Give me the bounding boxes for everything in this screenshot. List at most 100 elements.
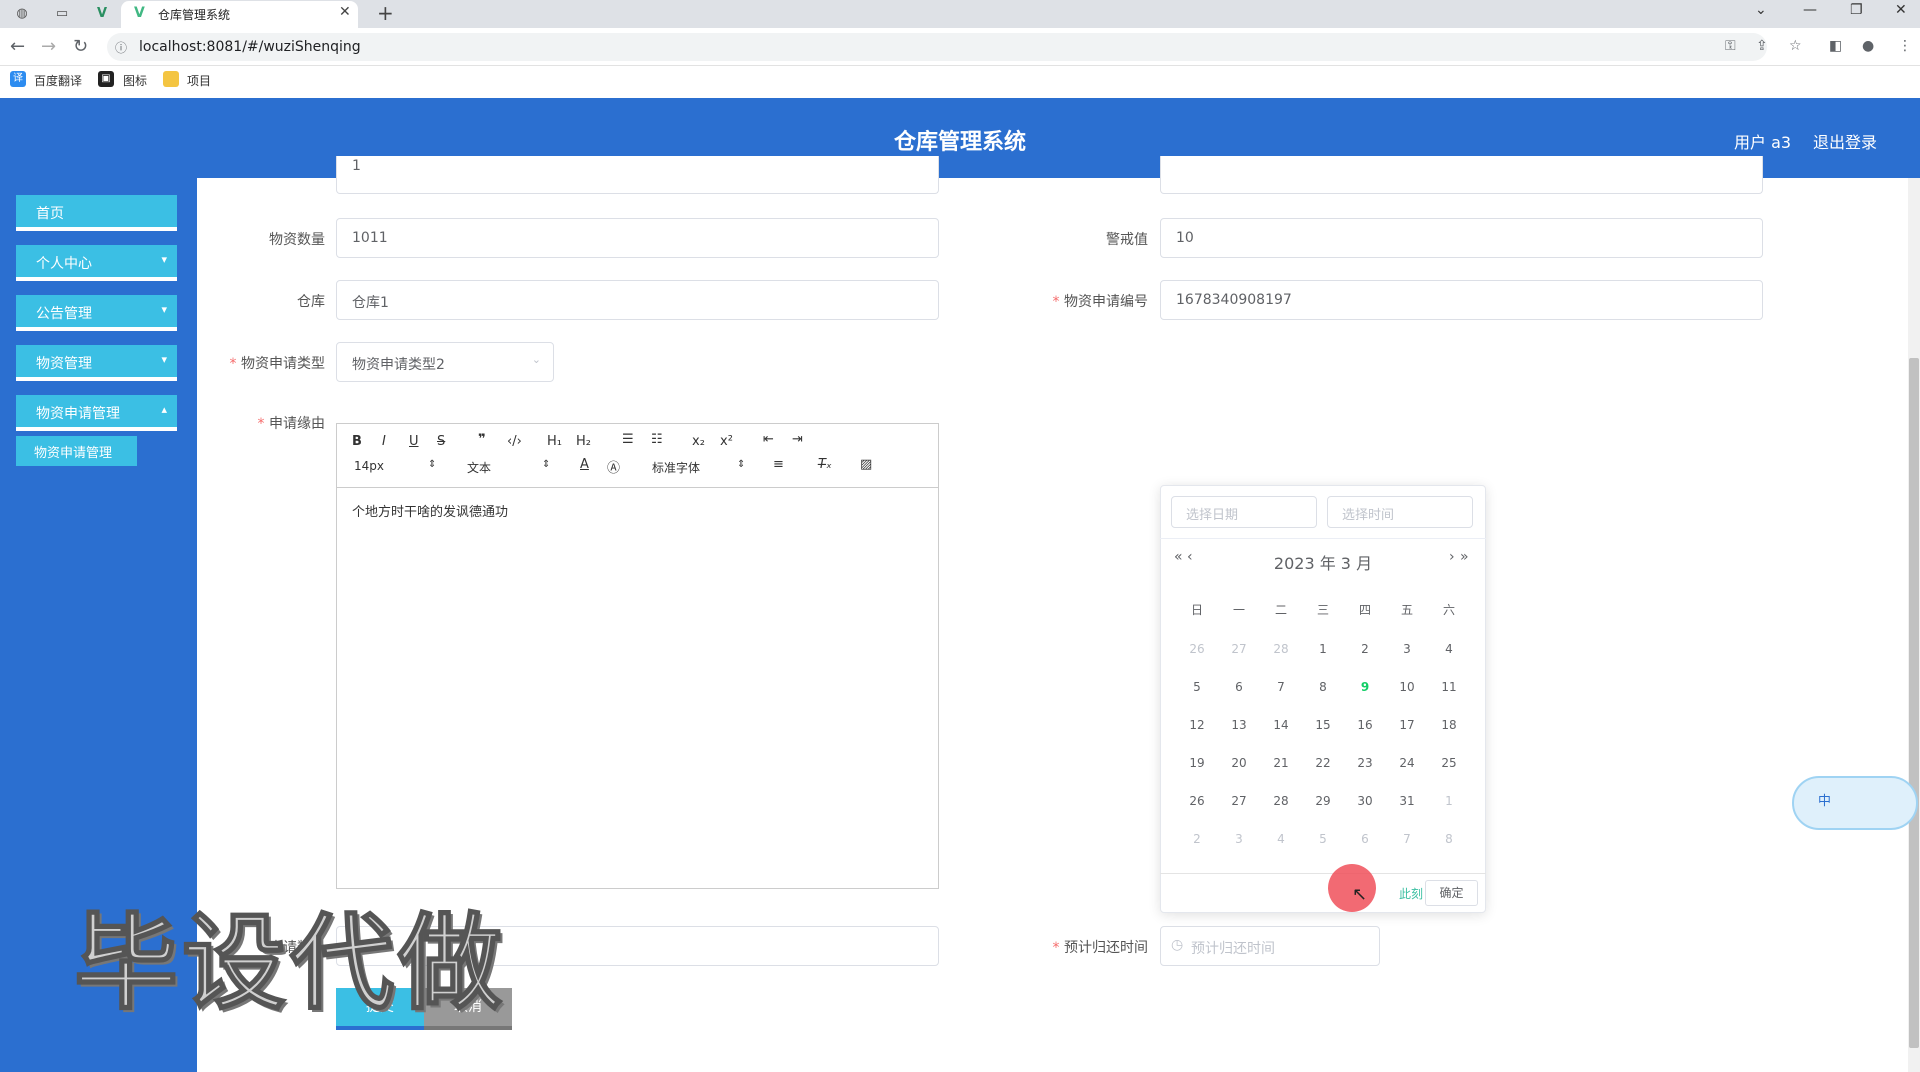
underline-icon[interactable]: U	[409, 434, 419, 449]
calendar-day[interactable]: 1	[1302, 642, 1344, 656]
superscript-icon[interactable]: x²	[720, 434, 733, 449]
url-text[interactable]: localhost:8081/#/wuziShenqing	[139, 39, 361, 55]
forward-icon[interactable]: →	[41, 36, 56, 57]
calendar-day[interactable]: 1	[1428, 794, 1470, 808]
active-tab[interactable]	[121, 1, 358, 28]
calendar-day[interactable]: 6	[1344, 832, 1386, 846]
calendar-day[interactable]: 21	[1260, 756, 1302, 770]
tab-search-icon[interactable]: ⌄	[1755, 2, 1767, 18]
calendar-day[interactable]: 28	[1260, 794, 1302, 808]
globe-icon[interactable]: ◍	[12, 4, 32, 24]
reload-icon[interactable]: ↻	[73, 36, 88, 57]
block-format-select[interactable]: 文本	[467, 459, 491, 476]
calendar-day[interactable]: 5	[1302, 832, 1344, 846]
vue-icon[interactable]: V	[92, 4, 112, 24]
minimize-icon[interactable]: —	[1803, 2, 1817, 18]
now-button[interactable]: 此刻	[1399, 885, 1423, 902]
sidebar-item-home[interactable]: 首页	[16, 195, 177, 231]
calendar-day[interactable]: 7	[1386, 832, 1428, 846]
next-year-icon[interactable]: »	[1460, 549, 1469, 565]
calendar-day[interactable]: 7	[1260, 680, 1302, 694]
calendar-day[interactable]: 5	[1176, 680, 1218, 694]
calendar-day[interactable]: 8	[1302, 680, 1344, 694]
strike-icon[interactable]: S	[437, 434, 445, 449]
calendar-day[interactable]: 16	[1344, 718, 1386, 732]
sidebar-item-notice[interactable]: 公告管理 ▾	[16, 295, 177, 331]
star-icon[interactable]: ☆	[1789, 38, 1802, 54]
tab-icon[interactable]: ▭	[52, 4, 72, 24]
apply-type-select[interactable]: 物资申请类型2 ⌄	[336, 342, 554, 382]
submenu-apply-manage[interactable]: 物资申请管理	[16, 436, 137, 466]
calendar-day[interactable]: 30	[1344, 794, 1386, 808]
calendar-day[interactable]: 31	[1386, 794, 1428, 808]
bold-icon[interactable]: B	[352, 434, 362, 449]
calendar-day[interactable]: 23	[1344, 756, 1386, 770]
side-panel-icon[interactable]: ◧	[1829, 38, 1842, 54]
partial-field-right[interactable]	[1160, 156, 1763, 194]
calendar-day[interactable]: 13	[1218, 718, 1260, 732]
logout-link[interactable]: 退出登录	[1813, 129, 1877, 153]
editor-content[interactable]: 个地方时干啥的发讽德通功	[352, 501, 508, 520]
calendar-day[interactable]: 15	[1302, 718, 1344, 732]
font-size-select[interactable]: 14px	[354, 459, 384, 473]
apply-no-field[interactable]: 1678340908197	[1160, 280, 1763, 320]
close-tab-icon[interactable]: ✕	[339, 4, 351, 20]
calendar-day[interactable]: 27	[1218, 642, 1260, 656]
calendar-day[interactable]: 2	[1176, 832, 1218, 846]
calendar-day[interactable]: 10	[1386, 680, 1428, 694]
floating-widget[interactable]: 中	[1792, 776, 1918, 830]
site-info-icon[interactable]: ⓘ	[115, 39, 127, 56]
calendar-day[interactable]: 19	[1176, 756, 1218, 770]
restore-icon[interactable]: ❐	[1850, 2, 1863, 18]
calendar-day[interactable]: 26	[1176, 794, 1218, 808]
clear-format-icon[interactable]: T̶ₓ	[818, 457, 832, 472]
indent-icon[interactable]: ⇥	[792, 432, 803, 447]
share-icon[interactable]: ⇪	[1756, 38, 1768, 54]
calendar-day[interactable]: 11	[1428, 680, 1470, 694]
calendar-day[interactable]: 22	[1302, 756, 1344, 770]
return-time-field[interactable]: ◷ 预计归还时间	[1160, 926, 1380, 966]
menu-icon[interactable]: ⋮	[1898, 38, 1912, 54]
calendar-day[interactable]: 17	[1386, 718, 1428, 732]
calendar-day[interactable]: 26	[1176, 642, 1218, 656]
profile-icon[interactable]: ●	[1862, 38, 1874, 54]
italic-icon[interactable]: I	[382, 434, 386, 449]
reason-editor[interactable]	[336, 423, 939, 889]
font-family-select[interactable]: 标准字体	[652, 459, 700, 476]
close-window-icon[interactable]: ✕	[1895, 2, 1907, 18]
next-month-icon[interactable]: ›	[1449, 549, 1455, 565]
calendar-day[interactable]: 4	[1428, 642, 1470, 656]
calendar-day[interactable]: 27	[1218, 794, 1260, 808]
calendar-day[interactable]: 12	[1176, 718, 1218, 732]
calendar-day[interactable]: 29	[1302, 794, 1344, 808]
calendar-day[interactable]: 20	[1218, 756, 1260, 770]
warehouse-field[interactable]: 仓库1	[336, 280, 939, 320]
new-tab-icon[interactable]: +	[377, 1, 394, 25]
sidebar-item-personal[interactable]: 个人中心 ▾	[16, 245, 177, 281]
calendar-day[interactable]: 28	[1260, 642, 1302, 656]
back-icon[interactable]: ←	[10, 36, 25, 57]
calendar-day[interactable]: 4	[1260, 832, 1302, 846]
quote-icon[interactable]: ❞	[478, 432, 486, 447]
bookmark-project[interactable]: 项目	[187, 72, 211, 89]
ok-button[interactable]: 确定	[1425, 880, 1478, 906]
calendar-day[interactable]: 14	[1260, 718, 1302, 732]
calendar-day[interactable]: 3	[1386, 642, 1428, 656]
quantity-field[interactable]: 1011	[336, 218, 939, 258]
calendar-day[interactable]: 3	[1218, 832, 1260, 846]
h2-icon[interactable]: H₂	[576, 434, 591, 449]
bullet-list-icon[interactable]: ☷	[651, 432, 663, 447]
sidebar-item-goods[interactable]: 物资管理 ▾	[16, 345, 177, 381]
ordered-list-icon[interactable]: ☰	[622, 432, 634, 447]
calendar-day[interactable]: 2	[1344, 642, 1386, 656]
h1-icon[interactable]: H₁	[547, 434, 562, 449]
outdent-icon[interactable]: ⇤	[763, 432, 774, 447]
partial-field-left[interactable]: 1	[336, 156, 939, 194]
key-icon[interactable]: ⚿	[1725, 38, 1736, 54]
warning-field[interactable]: 10	[1160, 218, 1763, 258]
scroll-thumb[interactable]	[1909, 358, 1919, 1048]
calendar-day[interactable]: 25	[1428, 756, 1470, 770]
calendar-day[interactable]: 8	[1428, 832, 1470, 846]
subscript-icon[interactable]: x₂	[692, 434, 705, 449]
bookmark-icons[interactable]: 图标	[123, 72, 147, 89]
